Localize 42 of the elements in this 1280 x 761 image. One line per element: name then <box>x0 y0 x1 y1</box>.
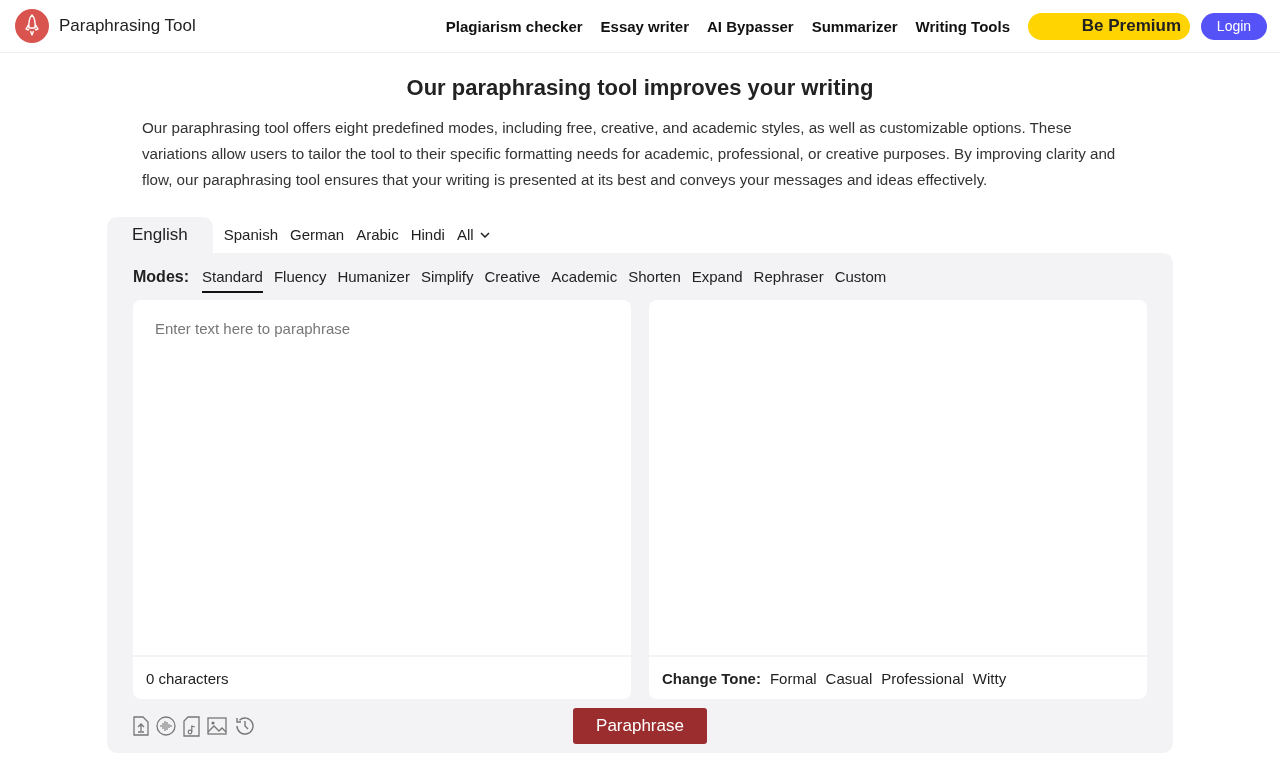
nav-link[interactable]: Essay writer <box>600 17 689 35</box>
mode-tab[interactable]: Standard <box>202 261 263 293</box>
language-tab[interactable]: German <box>284 217 351 253</box>
image-icon[interactable] <box>207 717 227 735</box>
language-tab[interactable]: Spanish <box>217 217 284 253</box>
history-icon[interactable] <box>234 715 256 737</box>
tone-option[interactable]: Formal <box>769 669 817 687</box>
premium-button[interactable]: Be Premium <box>1028 12 1190 40</box>
nav-link[interactable]: Plagiarism checker <box>445 17 583 35</box>
tone-option[interactable]: Professional <box>881 669 964 687</box>
brand-name[interactable]: Paraphrasing Tool <box>59 16 196 36</box>
chevron-down-icon <box>479 232 490 238</box>
paraphrase-button[interactable]: Paraphrase <box>573 708 707 744</box>
tone-option[interactable]: Casual <box>825 669 873 687</box>
character-count: 0 characters <box>146 669 229 687</box>
nav-link[interactable]: Writing Tools <box>915 17 1010 35</box>
mode-tab[interactable]: Expand <box>691 261 743 293</box>
page-heading: Our paraphrasing tool improves your writing <box>405 75 875 101</box>
intro-paragraph: Our paraphrasing tool offers eight predefined modes, including free, creative, and academic styles, as well as customizable options. These variations allow users to tailor the tool to their specific formatting needs for academic, professional, or creative purposes. By improving clarity and flow, our paraphrasing tool ensures that your writing is presented at its best and conveys your messages and ideas effectively. <box>142 118 1117 190</box>
file-upload-icon[interactable] <box>133 716 149 736</box>
waveform-icon[interactable] <box>156 716 176 736</box>
input-field[interactable]: Enter text here to paraphrase <box>133 300 631 655</box>
language-tab[interactable]: All <box>450 217 496 253</box>
mode-tab[interactable]: Custom <box>834 261 887 293</box>
music-file-icon[interactable] <box>183 715 200 737</box>
mode-tab[interactable]: Creative <box>484 261 541 293</box>
mode-tab[interactable]: Simplify <box>420 261 474 293</box>
mode-tab[interactable]: Shorten <box>628 261 681 293</box>
modes-label: Modes: <box>133 268 189 286</box>
login-button[interactable]: Login <box>1201 12 1267 40</box>
language-tab[interactable]: Arabic <box>350 217 405 253</box>
mode-tab[interactable]: Academic <box>551 261 618 293</box>
rocket-logo-icon <box>15 9 49 43</box>
mode-tab[interactable]: Rephraser <box>753 261 824 293</box>
language-tab[interactable]: Hindi <box>404 217 451 253</box>
language-tab[interactable]: English <box>107 217 213 253</box>
mode-tab[interactable]: Humanizer <box>337 261 410 293</box>
mode-tab[interactable]: Fluency <box>273 261 327 293</box>
nav-link[interactable]: Summarizer <box>811 17 898 35</box>
tone-label: Change Tone: <box>662 669 761 687</box>
nav-link[interactable]: AI Bypasser <box>706 17 794 35</box>
tone-option[interactable]: Witty <box>972 669 1007 687</box>
